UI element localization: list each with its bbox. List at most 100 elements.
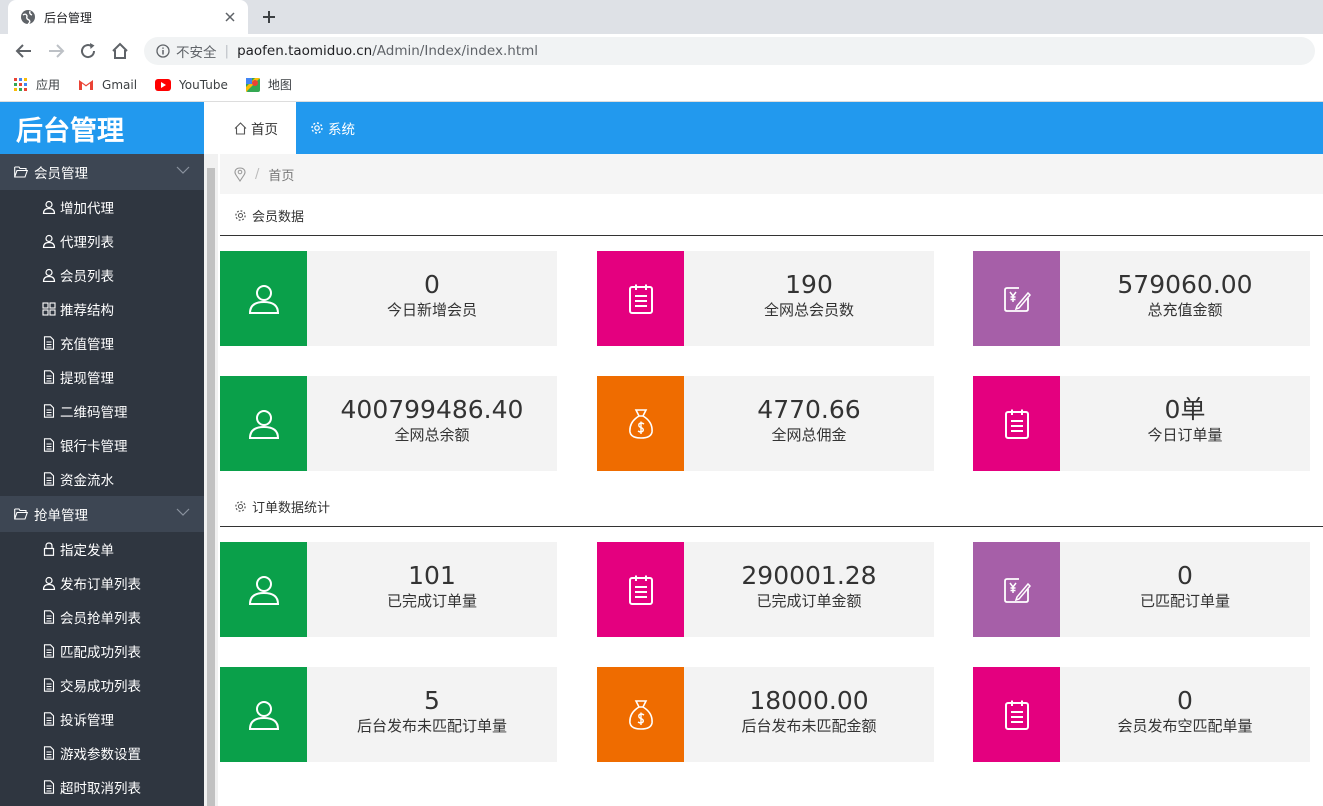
sidebar-item-referral-structure[interactable]: 推荐结构 <box>0 292 204 326</box>
stat-card-matched-orders: 0 已匹配订单量 <box>973 542 1310 637</box>
apps-grid-icon <box>14 77 28 92</box>
bookmark-apps[interactable]: 应用 <box>14 76 60 93</box>
sidebar-item-member-grab-list[interactable]: 会员抢单列表 <box>0 600 204 634</box>
sidebar-group-label: 会员管理 <box>34 166 88 182</box>
bookmark-label: YouTube <box>179 77 228 92</box>
user-icon <box>42 200 56 214</box>
sidebar-item-trade-success[interactable]: 交易成功列表 <box>0 668 204 702</box>
bookmark-youtube[interactable]: YouTube <box>155 78 228 92</box>
breadcrumb-current[interactable]: 首页 <box>268 165 294 184</box>
stat-icon-box <box>220 251 307 346</box>
chevron-up-icon <box>176 166 190 174</box>
sidebar-item-match-success[interactable]: 匹配成功列表 <box>0 634 204 668</box>
sidebar-item-label: 推荐结构 <box>60 303 114 319</box>
user-icon <box>247 282 281 316</box>
sidebar-item-label: 充值管理 <box>60 337 114 353</box>
sidebar-item-published-orders[interactable]: 发布订单列表 <box>0 566 204 600</box>
stat-value: 0 <box>1177 561 1193 590</box>
url-domain: paofen.taomiduo.cn <box>237 43 373 59</box>
sidebar-item-fund-flow[interactable]: 资金流水 <box>0 462 204 496</box>
stat-card-total-recharge: 579060.00 总充值金额 <box>973 251 1310 346</box>
stat-value: 18000.00 <box>749 686 869 715</box>
user-icon <box>42 234 56 248</box>
clipboard-icon <box>628 283 654 315</box>
sidebar-item-label: 提现管理 <box>60 371 114 387</box>
user-icon <box>247 573 281 607</box>
document-icon <box>42 404 56 418</box>
sidebar-item-game-params[interactable]: 游戏参数设置 <box>0 736 204 770</box>
sidebar-item-add-agent[interactable]: 增加代理 <box>0 190 204 224</box>
browser-tabstrip: 后台管理 <box>0 0 1323 34</box>
bookmark-gmail[interactable]: Gmail <box>78 78 137 92</box>
stat-value: 400799486.40 <box>340 395 524 424</box>
sidebar-item-complaints[interactable]: 投诉管理 <box>0 702 204 736</box>
browser-tab[interactable]: 后台管理 <box>8 0 248 34</box>
sidebar-item-recharge[interactable]: 充值管理 <box>0 326 204 360</box>
sidebar-item-agent-list[interactable]: 代理列表 <box>0 224 204 258</box>
stat-card-member-empty-match: 0 会员发布空匹配单量 <box>973 667 1310 762</box>
stat-icon-box <box>597 251 684 346</box>
sidebar-item-timeout-cancel[interactable]: 超时取消列表 <box>0 770 204 804</box>
sidebar-item-label: 发布订单列表 <box>60 577 141 593</box>
sidebar-item-label: 银行卡管理 <box>60 439 128 455</box>
stat-icon-box <box>220 667 307 762</box>
youtube-icon <box>155 78 172 91</box>
bookmark-maps[interactable]: 地图 <box>245 76 292 93</box>
clipboard-icon <box>1004 699 1030 731</box>
bookmark-label: Gmail <box>102 77 138 92</box>
close-icon[interactable] <box>222 9 238 25</box>
stat-icon-box <box>220 376 307 471</box>
folder-open-icon <box>14 166 28 178</box>
home-icon[interactable] <box>104 37 136 65</box>
tab-home[interactable]: 首页 <box>220 102 296 154</box>
stat-icon-box <box>597 667 684 762</box>
stat-value: 579060.00 <box>1117 270 1253 299</box>
sidebar-item-label: 资金流水 <box>60 473 114 489</box>
section-order-data: 订单数据统计 <box>220 487 1323 527</box>
sidebar: 后台管理 会员管理 增加代理 代理列表 会员列表 推荐结构 充值管理 提现管理 … <box>0 102 204 806</box>
info-icon[interactable] <box>156 44 170 58</box>
sidebar-group-label: 抢单管理 <box>34 508 88 524</box>
sidebar-item-label: 会员抢单列表 <box>60 611 141 627</box>
document-icon <box>42 780 56 794</box>
sidebar-item-withdraw[interactable]: 提现管理 <box>0 360 204 394</box>
sidebar-item-bank-card[interactable]: 银行卡管理 <box>0 428 204 462</box>
sidebar-item-label: 投诉管理 <box>60 713 114 729</box>
tab-label: 首页 <box>251 122 278 138</box>
sidebar-scrollbar[interactable] <box>204 154 218 806</box>
address-bar[interactable]: 不安全 | paofen.taomiduo.cn/Admin/Index/ind… <box>144 37 1315 65</box>
stat-icon-box <box>973 667 1060 762</box>
omnibox-separator: | <box>224 43 230 59</box>
sidebar-item-label: 游戏参数设置 <box>60 747 141 763</box>
location-pin-icon <box>234 166 246 182</box>
stat-card-unmatched-orders: 5 后台发布未匹配订单量 <box>220 667 557 762</box>
clipboard-icon <box>628 574 654 606</box>
stat-card-new-members-today: 0 今日新增会员 <box>220 251 557 346</box>
home-icon <box>234 121 247 135</box>
top-navbar: 首页 系统 <box>220 102 1323 154</box>
stat-label: 全网总会员数 <box>763 301 854 319</box>
not-secure-label: 不安全 <box>176 45 217 61</box>
stat-value: 290001.28 <box>741 561 877 590</box>
sidebar-item-qrcode[interactable]: 二维码管理 <box>0 394 204 428</box>
stat-label: 总充值金额 <box>1147 301 1223 319</box>
document-icon <box>42 712 56 726</box>
forward-icon[interactable] <box>40 37 72 65</box>
folder-open-icon <box>14 508 28 520</box>
user-icon <box>42 268 56 282</box>
sidebar-group-orders[interactable]: 抢单管理 <box>0 496 204 532</box>
sidebar-item-member-list[interactable]: 会员列表 <box>0 258 204 292</box>
back-icon[interactable] <box>8 37 40 65</box>
tab-system[interactable]: 系统 <box>296 102 369 154</box>
scrollbar-thumb[interactable] <box>207 168 215 806</box>
sidebar-item-label: 指定发单 <box>60 543 114 559</box>
app-logo[interactable]: 后台管理 <box>0 102 204 154</box>
sidebar-item-assign-order[interactable]: 指定发单 <box>0 532 204 566</box>
sidebar-group-member[interactable]: 会员管理 <box>0 154 204 190</box>
reload-icon[interactable] <box>72 37 104 65</box>
sidebar-item-label: 会员列表 <box>60 269 114 285</box>
section-title: 会员数据 <box>252 210 305 225</box>
sidebar-item-label: 二维码管理 <box>60 405 128 421</box>
new-tab-icon[interactable] <box>260 8 278 26</box>
stat-label: 后台发布未匹配金额 <box>741 717 877 735</box>
